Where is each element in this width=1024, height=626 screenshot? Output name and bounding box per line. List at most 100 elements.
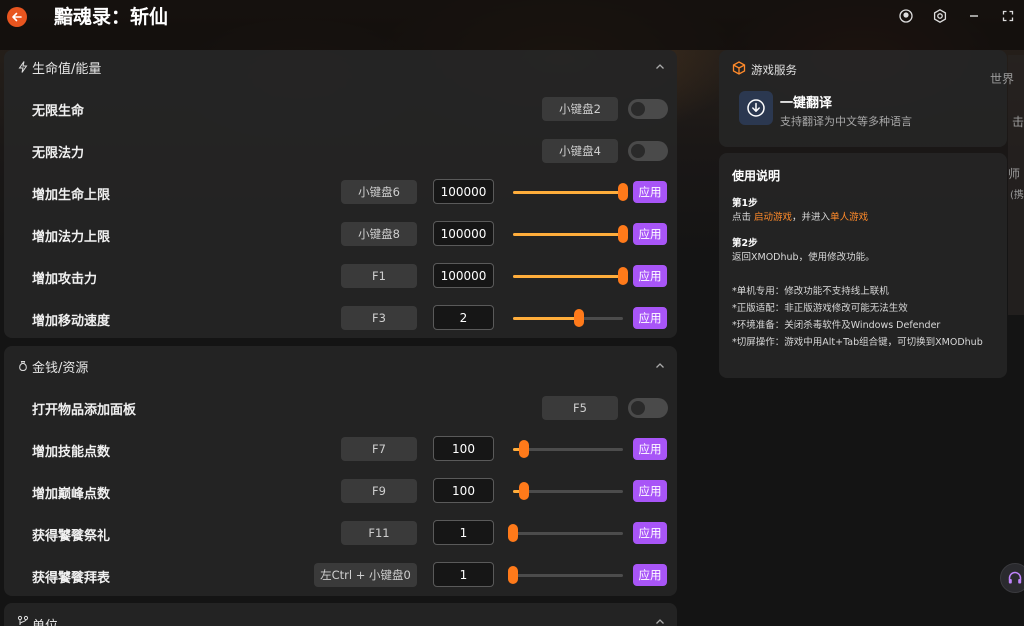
hotkey-button[interactable]: F7 — [341, 437, 417, 461]
launch-game-link[interactable]: 启动游戏 — [754, 212, 792, 223]
single-player-link[interactable]: 单人游戏 — [830, 212, 868, 223]
section-units: 单位 — [4, 603, 677, 626]
hotkey-button[interactable]: F5 — [542, 396, 618, 420]
hotkey-button[interactable]: F9 — [341, 479, 417, 503]
value-input[interactable]: 100 — [433, 478, 494, 503]
settings-button[interactable] — [932, 8, 948, 24]
cheat-row-peak-points: 增加巅峰点数 F9 100 应用 — [4, 475, 677, 509]
section-header[interactable]: 金钱/资源 — [4, 349, 677, 383]
toggle-switch[interactable] — [628, 141, 668, 161]
hotkey-button[interactable]: 小键盘4 — [542, 139, 618, 163]
slider-track — [513, 448, 623, 451]
cheat-row-infinite-health: 无限生命 小键盘2 — [4, 92, 677, 126]
apply-button[interactable]: 应用 — [633, 480, 667, 502]
value-slider[interactable] — [508, 523, 623, 543]
minimize-button[interactable] — [966, 8, 982, 24]
cheat-label: 增加法力上限 — [32, 230, 111, 245]
apply-button[interactable]: 应用 — [633, 265, 667, 287]
value-slider[interactable] — [513, 308, 623, 328]
value-input[interactable]: 100000 — [433, 179, 494, 204]
cheat-row-max-health: 增加生命上限 小键盘6 100000 应用 — [4, 176, 677, 210]
title-bar: 黯魂录：斩仙 — [0, 0, 1024, 50]
arrow-left-icon — [12, 12, 22, 22]
value-input[interactable]: 2 — [433, 305, 494, 330]
apply-button[interactable]: 应用 — [633, 564, 667, 586]
cheat-label: 增加攻击力 — [32, 272, 98, 287]
slider-track — [513, 532, 623, 535]
slider-fill — [513, 317, 579, 320]
hotkey-button[interactable]: 小键盘2 — [542, 97, 618, 121]
toggle-knob — [631, 102, 645, 116]
value-slider[interactable] — [513, 182, 628, 202]
game-title: 黯魂录：斩仙 — [54, 6, 169, 28]
cheat-row-attack: 增加攻击力 F1 100000 应用 — [4, 260, 677, 294]
maximize-button[interactable] — [1000, 8, 1016, 24]
slider-thumb[interactable] — [618, 225, 628, 243]
slider-thumb[interactable] — [618, 267, 628, 285]
hotkey-button[interactable]: F1 — [341, 264, 417, 288]
support-button[interactable] — [1000, 563, 1024, 593]
section-header[interactable]: 生命值/能量 — [4, 50, 677, 84]
value-input[interactable]: 1 — [433, 562, 494, 587]
chevron-up-icon[interactable] — [655, 617, 665, 626]
cheat-row-max-mana: 增加法力上限 小键盘8 100000 应用 — [4, 218, 677, 252]
translate-title: 一键翻译 — [780, 96, 833, 111]
hotkey-button[interactable]: 小键盘6 — [341, 180, 417, 204]
money-bag-icon — [19, 361, 27, 372]
apply-button[interactable]: 应用 — [633, 223, 667, 245]
account-button[interactable] — [898, 8, 914, 24]
apply-button[interactable]: 应用 — [633, 307, 667, 329]
section-header[interactable]: 单位 — [4, 603, 677, 626]
value-input[interactable]: 1 — [433, 520, 494, 545]
value-slider[interactable] — [513, 224, 628, 244]
toggle-switch[interactable] — [628, 99, 668, 119]
slider-thumb[interactable] — [519, 482, 529, 500]
cheat-row-skill-points: 增加技能点数 F7 100 应用 — [4, 433, 677, 467]
headset-icon — [1008, 571, 1022, 584]
apply-button[interactable]: 应用 — [633, 438, 667, 460]
slider-thumb[interactable] — [618, 183, 628, 201]
slider-track — [513, 574, 623, 577]
hotkey-button[interactable]: 小键盘8 — [341, 222, 417, 246]
hotkey-button[interactable]: F11 — [341, 521, 417, 545]
value-slider[interactable] — [513, 481, 623, 501]
minimize-icon — [970, 15, 978, 17]
download-icon — [747, 99, 765, 117]
section-title: 金钱/资源 — [32, 360, 89, 376]
value-slider[interactable] — [508, 565, 623, 585]
apply-button[interactable]: 应用 — [633, 522, 667, 544]
slider-thumb[interactable] — [508, 524, 518, 542]
note-genuine: *正版适配：非正版游戏修改可能无法生效 — [732, 303, 908, 314]
slider-thumb[interactable] — [519, 440, 529, 458]
value-slider[interactable] — [513, 439, 623, 459]
toggle-knob — [631, 144, 645, 158]
slider-thumb[interactable] — [574, 309, 584, 327]
hotkey-button[interactable]: 左Ctrl + 小键盘0 — [314, 563, 417, 587]
hotkey-button[interactable]: F3 — [341, 306, 417, 330]
package-icon — [732, 61, 746, 75]
step-1-label: 第1步 — [732, 198, 758, 209]
cheat-label: 获得饕餮祭礼 — [32, 529, 111, 544]
chevron-up-icon[interactable] — [655, 62, 665, 72]
step-1-middle: ，并进入 — [792, 212, 831, 223]
chevron-up-icon[interactable] — [655, 361, 665, 371]
section-health-energy: 生命值/能量 无限生命 小键盘2 无限法力 小键盘4 增加生命上限 小键盘6 1… — [4, 50, 677, 338]
note-environment: *环境准备：关闭杀毒软件及Windows Defender — [732, 320, 941, 331]
slider-fill — [513, 233, 623, 236]
translate-icon-box — [739, 91, 773, 125]
back-button[interactable] — [7, 7, 27, 27]
step-1-prefix: 点击 — [732, 212, 755, 223]
cheat-label: 无限生命 — [32, 104, 85, 119]
cheat-label: 增加技能点数 — [32, 445, 111, 460]
toggle-switch[interactable] — [628, 398, 668, 418]
note-alt-tab: *切屏操作：游戏中用Alt+Tab组合键，可切换到XMODhub — [732, 337, 983, 348]
value-input[interactable]: 100 — [433, 436, 494, 461]
value-slider[interactable] — [513, 266, 628, 286]
apply-button[interactable]: 应用 — [633, 181, 667, 203]
value-input[interactable]: 100000 — [433, 221, 494, 246]
window-controls — [898, 6, 1016, 26]
instructions-title: 使用说明 — [732, 169, 781, 183]
value-input[interactable]: 100000 — [433, 263, 494, 288]
slider-thumb[interactable] — [508, 566, 518, 584]
slider-fill — [513, 275, 623, 278]
